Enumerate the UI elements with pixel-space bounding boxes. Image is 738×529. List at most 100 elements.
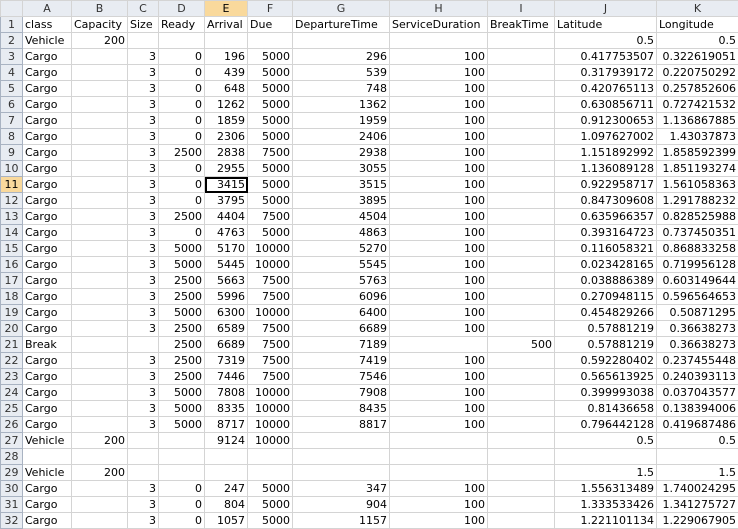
- cell-b9[interactable]: [72, 145, 128, 161]
- cell-g3[interactable]: 296: [293, 49, 390, 65]
- cell-h28[interactable]: [390, 449, 488, 465]
- cell-b20[interactable]: [72, 321, 128, 337]
- cell-k4[interactable]: 0.220750292: [657, 65, 738, 81]
- cell-d2[interactable]: [159, 33, 205, 49]
- cell-j8[interactable]: 1.097627002: [555, 129, 657, 145]
- cell-d28[interactable]: [159, 449, 205, 465]
- cell-a23[interactable]: Cargo: [23, 369, 72, 385]
- cell-d27[interactable]: [159, 433, 205, 449]
- cell-j22[interactable]: 0.592280402: [555, 353, 657, 369]
- cell-a2[interactable]: Vehicle: [23, 33, 72, 49]
- cell-h7[interactable]: 100: [390, 113, 488, 129]
- cell-i26[interactable]: [488, 417, 555, 433]
- cell-a26[interactable]: Cargo: [23, 417, 72, 433]
- cell-e9[interactable]: 2838: [205, 145, 248, 161]
- cell-j16[interactable]: 0.023428165: [555, 257, 657, 273]
- cell-d21[interactable]: 2500: [159, 337, 205, 353]
- cell-b14[interactable]: [72, 225, 128, 241]
- cell-e29[interactable]: [205, 465, 248, 481]
- cell-j17[interactable]: 0.038886389: [555, 273, 657, 289]
- cell-h27[interactable]: [390, 433, 488, 449]
- cell-e4[interactable]: 439: [205, 65, 248, 81]
- cell-k6[interactable]: 0.727421532: [657, 97, 738, 113]
- cell-h25[interactable]: 100: [390, 401, 488, 417]
- cell-e24[interactable]: 7808: [205, 385, 248, 401]
- cell-k24[interactable]: 0.037043577: [657, 385, 738, 401]
- cell-h1[interactable]: ServiceDuration: [390, 17, 488, 33]
- cell-a18[interactable]: Cargo: [23, 289, 72, 305]
- cell-f10[interactable]: 5000: [248, 161, 293, 177]
- cell-f18[interactable]: 7500: [248, 289, 293, 305]
- cell-k10[interactable]: 1.851193274: [657, 161, 738, 177]
- cell-a21[interactable]: Break: [23, 337, 72, 353]
- cell-j26[interactable]: 0.796442128: [555, 417, 657, 433]
- cell-b30[interactable]: [72, 481, 128, 497]
- cell-e27[interactable]: 9124: [205, 433, 248, 449]
- cell-e20[interactable]: 6589: [205, 321, 248, 337]
- cell-e3[interactable]: 196: [205, 49, 248, 65]
- cell-h10[interactable]: 100: [390, 161, 488, 177]
- cell-i4[interactable]: [488, 65, 555, 81]
- cell-f1[interactable]: Due: [248, 17, 293, 33]
- cell-f2[interactable]: [248, 33, 293, 49]
- cell-c13[interactable]: 3: [128, 209, 159, 225]
- cell-h19[interactable]: 100: [390, 305, 488, 321]
- cell-j5[interactable]: 0.420765113: [555, 81, 657, 97]
- cell-d20[interactable]: 2500: [159, 321, 205, 337]
- cell-g1[interactable]: DepartureTime: [293, 17, 390, 33]
- row-header[interactable]: 30: [1, 481, 23, 497]
- cell-f30[interactable]: 5000: [248, 481, 293, 497]
- cell-k22[interactable]: 0.237455448: [657, 353, 738, 369]
- cell-g18[interactable]: 6096: [293, 289, 390, 305]
- cell-i29[interactable]: [488, 465, 555, 481]
- cell-h21[interactable]: [390, 337, 488, 353]
- cell-f7[interactable]: 5000: [248, 113, 293, 129]
- cell-e7[interactable]: 1859: [205, 113, 248, 129]
- cell-k18[interactable]: 0.596564653: [657, 289, 738, 305]
- cell-b25[interactable]: [72, 401, 128, 417]
- cell-f24[interactable]: 10000: [248, 385, 293, 401]
- cell-h4[interactable]: 100: [390, 65, 488, 81]
- cell-h30[interactable]: 100: [390, 481, 488, 497]
- cell-k32[interactable]: 1.229067905: [657, 513, 738, 529]
- cell-f12[interactable]: 5000: [248, 193, 293, 209]
- cell-i30[interactable]: [488, 481, 555, 497]
- cell-i5[interactable]: [488, 81, 555, 97]
- cell-g19[interactable]: 6400: [293, 305, 390, 321]
- cell-a12[interactable]: Cargo: [23, 193, 72, 209]
- row-header[interactable]: 17: [1, 273, 23, 289]
- cell-b28[interactable]: [72, 449, 128, 465]
- row-header[interactable]: 27: [1, 433, 23, 449]
- cell-i3[interactable]: [488, 49, 555, 65]
- row-header[interactable]: 9: [1, 145, 23, 161]
- cell-d9[interactable]: 2500: [159, 145, 205, 161]
- cell-e5[interactable]: 648: [205, 81, 248, 97]
- cell-c18[interactable]: 3: [128, 289, 159, 305]
- cell-d14[interactable]: 0: [159, 225, 205, 241]
- cell-b8[interactable]: [72, 129, 128, 145]
- cell-i20[interactable]: [488, 321, 555, 337]
- row-header[interactable]: 28: [1, 449, 23, 465]
- cell-a5[interactable]: Cargo: [23, 81, 72, 97]
- cell-i9[interactable]: [488, 145, 555, 161]
- cell-c1[interactable]: Size: [128, 17, 159, 33]
- cell-k9[interactable]: 1.858592399: [657, 145, 738, 161]
- cell-c30[interactable]: 3: [128, 481, 159, 497]
- row-header[interactable]: 24: [1, 385, 23, 401]
- cell-i7[interactable]: [488, 113, 555, 129]
- row-header[interactable]: 26: [1, 417, 23, 433]
- cell-k11[interactable]: 1.561058363: [657, 177, 738, 193]
- cell-j12[interactable]: 0.847309608: [555, 193, 657, 209]
- row-header[interactable]: 14: [1, 225, 23, 241]
- row-header[interactable]: 32: [1, 513, 23, 529]
- cell-d13[interactable]: 2500: [159, 209, 205, 225]
- row-header[interactable]: 19: [1, 305, 23, 321]
- cell-a32[interactable]: Cargo: [23, 513, 72, 529]
- cell-e22[interactable]: 7319: [205, 353, 248, 369]
- cell-k14[interactable]: 0.737450351: [657, 225, 738, 241]
- cell-b6[interactable]: [72, 97, 128, 113]
- cell-a13[interactable]: Cargo: [23, 209, 72, 225]
- cell-a20[interactable]: Cargo: [23, 321, 72, 337]
- cell-b27[interactable]: 200: [72, 433, 128, 449]
- cell-f31[interactable]: 5000: [248, 497, 293, 513]
